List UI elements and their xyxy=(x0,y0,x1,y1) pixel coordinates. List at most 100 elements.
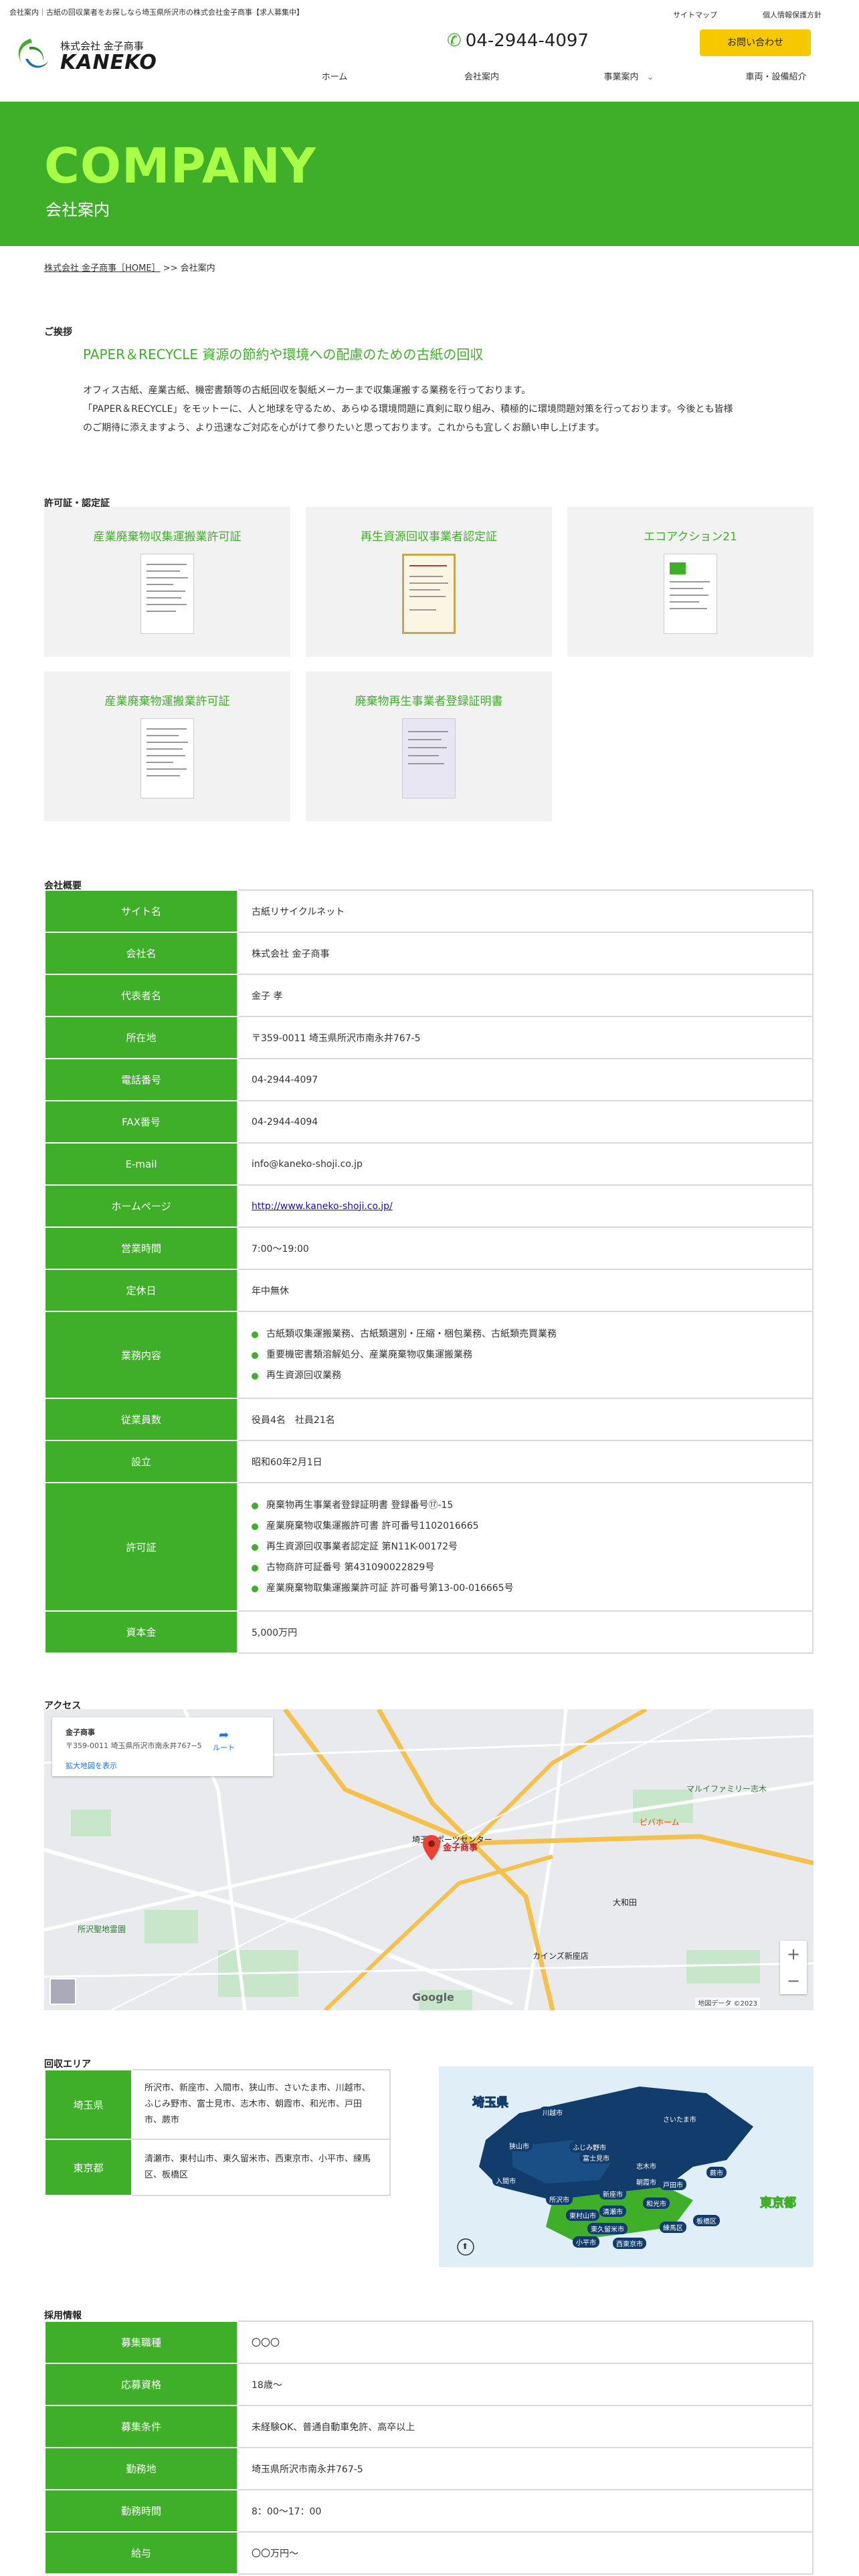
zoom-out-button[interactable]: − xyxy=(780,1967,807,1994)
recruit-heading: 採用情報 xyxy=(44,2311,82,2321)
top-bar: 会社案内｜古紙の回収業者をお探しなら埼玉県所沢市の株式会社金子商事【求人募集中】… xyxy=(0,0,859,23)
greeting-line-1: オフィス古紙、産業古紙、機密書類等の古紙回収を製紙メーカーまで収集運搬する業務を… xyxy=(83,385,531,396)
overview-key: 営業時間 xyxy=(44,1226,237,1270)
license-card[interactable]: エコアクション21 xyxy=(567,507,814,657)
list-item: 古物商許可証番号 第431090022829号 xyxy=(252,1558,799,1578)
overview-key: 定休日 xyxy=(44,1269,237,1312)
map-city-label: 清瀬市 xyxy=(599,2206,626,2217)
map-city-label: 狭山市 xyxy=(506,2140,533,2151)
overview-value: 5,000万円 xyxy=(237,1610,814,1654)
map-city-label: 新座市 xyxy=(599,2188,626,2199)
greeting-line-3: のご期待に添えますよう、より迅速なご対応を心がけて参りたいと思っております。これ… xyxy=(83,423,605,433)
area-value: 清瀬市、東村山市、東久留米市、西東京市、小平市、練馬区、板橋区 xyxy=(131,2139,391,2196)
overview-value: 年中無休 xyxy=(237,1269,814,1312)
license-document-image xyxy=(402,554,456,634)
hero-title-en: COMPANY xyxy=(44,138,316,194)
nav-item-vehicles[interactable]: 車両・設備紹介 xyxy=(723,70,830,82)
breadcrumb: 株式会社 金子商事［HOME］ >> 会社案内 xyxy=(44,261,215,274)
greeting-heading: ご挨拶 xyxy=(44,327,72,338)
recruit-value: 18歳～ xyxy=(237,2363,814,2406)
map-city-label: 東久留米市 xyxy=(587,2223,628,2234)
list-item: 重要機密書類溶解処分、産業廃棄物収集運搬業務 xyxy=(252,1345,799,1366)
map-city-label: 蕨市 xyxy=(706,2167,727,2178)
recruit-key: 応募資格 xyxy=(44,2363,237,2406)
recruit-value: 〇〇〇 xyxy=(237,2321,814,2364)
list-item: 産業廃棄物取集運搬業許可証 許可番号第13-00-016665号 xyxy=(252,1578,799,1599)
license-card[interactable]: 廃棄物再生事業者登録証明書 xyxy=(306,671,552,821)
logo-wordmark: KANEKO xyxy=(60,51,157,74)
global-nav: ホーム 会社案内 事業案内 ⌄ 車両・設備紹介 xyxy=(281,70,830,83)
collection-area-table: 埼玉県 所沢市、新座市、入間市、狭山市、さいたま市、川越市、ふじみ野市、富士見市、… xyxy=(44,2069,391,2196)
map-city-label: ふじみ野市 xyxy=(569,2141,609,2153)
site-tagline: 会社案内｜古紙の回収業者をお探しなら埼玉県所沢市の株式会社金子商事【求人募集中】 xyxy=(9,8,304,17)
breadcrumb-home[interactable]: 株式会社 金子商事［HOME］ xyxy=(44,263,161,274)
overview-key: 資本金 xyxy=(44,1610,237,1654)
google-logo: Google xyxy=(412,1991,454,2004)
recruit-key: 募集条件 xyxy=(44,2405,237,2448)
license-document-image xyxy=(664,554,717,634)
nav-item-company[interactable]: 会社案内 xyxy=(428,70,535,82)
area-value: 所沢市、新座市、入間市、狭山市、さいたま市、川越市、ふじみ野市、富士見市、志木市… xyxy=(131,2069,391,2140)
recruit-value: 8：00～17：00 xyxy=(237,2489,814,2533)
greeting-title: PAPER＆RECYCLE 資源の節約や環境への配慮のための古紙の回収 xyxy=(83,346,484,362)
overview-value: 株式会社 金子商事 xyxy=(237,932,814,975)
recruit-key: 給与 xyxy=(44,2531,237,2575)
overview-key: 業務内容 xyxy=(44,1311,237,1399)
zoom-in-button[interactable]: + xyxy=(780,1941,807,1967)
sitemap-link[interactable]: サイトマップ xyxy=(673,9,717,20)
map-prefecture-tokyo: 東京都 xyxy=(760,2196,797,2211)
map-place-label: ビバホーム xyxy=(640,1818,680,1827)
map-city-label: 戸田市 xyxy=(660,2179,686,2190)
license-card[interactable]: 再生資源回収事業者認定証 xyxy=(306,507,552,657)
overview-key: 電話番号 xyxy=(44,1058,237,1101)
site-logo[interactable]: 株式会社 金子商事 KANEKO xyxy=(9,35,177,75)
permit-list: 廃棄物再生事業者登録証明書 登録番号⑰-15 産業廃棄物収集運搬許可書 許可番号… xyxy=(252,1495,799,1599)
map-city-label: 入間市 xyxy=(492,2175,519,2186)
enlarge-map-link[interactable]: 拡大地図を表示 xyxy=(66,1760,117,1771)
map-city-label: 朝霞市 xyxy=(633,2176,660,2187)
map-layer-toggle[interactable] xyxy=(50,1978,76,2005)
map-place-label: 所沢聖地霊園 xyxy=(78,1925,126,1934)
collection-area-map: 埼玉県 東京都 川越市 さいたま市 狭山市 ふじみ野市 富士見市 志木市 入間市… xyxy=(439,2066,814,2267)
overview-value: 昭和60年2月1日 xyxy=(237,1440,814,1483)
map-card-address: 〒359-0011 埼玉県所沢市南永井767−5 xyxy=(66,1741,202,1750)
recruit-key: 勤務地 xyxy=(44,2447,237,2490)
phone-icon: ✆ xyxy=(447,31,462,51)
homepage-link[interactable]: http://www.kaneko-shoji.co.jp/ xyxy=(252,1201,393,1212)
list-item: 再生資源回収業務 xyxy=(252,1366,799,1386)
nav-item-business-label: 事業案内 xyxy=(603,72,639,82)
overview-value: 04-2944-4097 xyxy=(237,1058,814,1101)
header-phone[interactable]: ✆ 04-2944-4097 xyxy=(447,31,589,51)
license-title: 産業廃棄物運搬業許可証 xyxy=(104,695,230,708)
overview-value: 〒359-0011 埼玉県所沢市南永井767-5 xyxy=(237,1016,814,1059)
map-city-label: 川越市 xyxy=(539,2107,566,2118)
license-title: 廃棄物再生事業者登録証明書 xyxy=(355,695,503,708)
google-map[interactable]: 金子商事 〒359-0011 埼玉県所沢市南永井767−5 拡大地図を表示 ➦ ル… xyxy=(44,1709,814,2010)
license-title: 産業廃棄物収集運搬業許可証 xyxy=(93,530,242,544)
recruit-key: 勤務時間 xyxy=(44,2489,237,2533)
area-heading: 回収エリア xyxy=(44,2059,91,2070)
map-city-label: 東村山市 xyxy=(566,2210,599,2221)
map-city-label: 志木市 xyxy=(633,2160,660,2171)
overview-key: 所在地 xyxy=(44,1016,237,1059)
overview-value: 役員4名 社員21名 xyxy=(237,1398,814,1441)
license-title: 再生資源回収事業者認定証 xyxy=(361,530,497,544)
overview-key: 設立 xyxy=(44,1440,237,1483)
route-button[interactable]: ➦ ルート xyxy=(213,1728,235,1753)
route-label: ルート xyxy=(213,1743,235,1752)
nav-item-business[interactable]: 事業案内 ⌄ xyxy=(575,70,682,82)
compass-icon: ⬆ xyxy=(462,2242,469,2251)
license-title: エコアクション21 xyxy=(644,530,737,544)
contact-button[interactable]: お問い合わせ xyxy=(700,29,811,56)
recruit-table: 募集職種 〇〇〇 応募資格 18歳～ 募集条件 未経験OK、普通自動車免許、高卒以上 … xyxy=(44,2321,814,2575)
nav-item-home[interactable]: ホーム xyxy=(281,70,388,82)
map-pin[interactable]: 金子商事 xyxy=(423,1835,478,1863)
privacy-link[interactable]: 個人情報保護方針 xyxy=(763,9,822,20)
license-card[interactable]: 産業廃棄物収集運搬業許可証 xyxy=(44,507,290,657)
list-item: 廃棄物再生事業者登録証明書 登録番号⑰-15 xyxy=(252,1495,799,1516)
company-overview-table: サイト名 古紙リサイクルネット 会社名 株式会社 金子商事 代表者名 金子 孝 所在地… xyxy=(44,889,814,1654)
license-card[interactable]: 産業廃棄物運搬業許可証 xyxy=(44,671,290,821)
overview-value: 金子 孝 xyxy=(237,974,814,1017)
recruit-value: 〇〇万円～ xyxy=(237,2531,814,2575)
map-city-label: 小平市 xyxy=(573,2236,599,2248)
